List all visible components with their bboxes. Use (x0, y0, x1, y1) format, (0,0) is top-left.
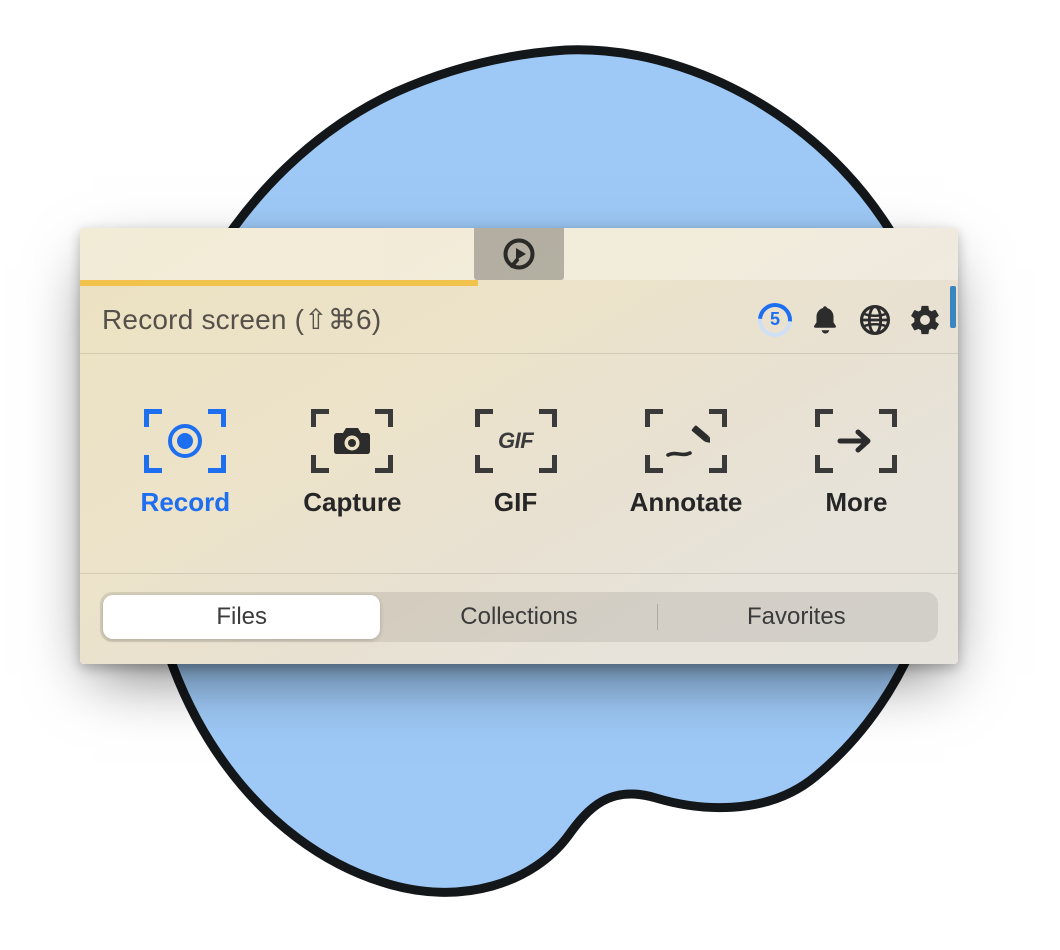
tool-label: Record (141, 487, 231, 518)
tool-gif[interactable]: GIF GIF (475, 409, 557, 518)
app-logo-icon (502, 237, 536, 271)
tool-row: Record Capture GIF (80, 354, 958, 574)
tool-label: GIF (494, 487, 537, 518)
settings-button[interactable] (908, 303, 942, 337)
web-button[interactable] (858, 303, 892, 337)
notifications-button[interactable] (808, 303, 842, 337)
tab-label: Collections (460, 603, 577, 631)
record-icon (144, 409, 226, 473)
globe-icon (858, 303, 892, 337)
macos-menubar (80, 228, 958, 280)
tab-favorites[interactable]: Favorites (658, 595, 935, 639)
decorative-bar (950, 286, 956, 328)
panel-header: Record screen (⇧⌘6) 5 (80, 286, 958, 354)
capture-icon (311, 409, 393, 473)
tool-more[interactable]: More (815, 409, 897, 518)
gear-icon (908, 303, 942, 337)
annotate-icon (645, 409, 727, 473)
tool-record[interactable]: Record (141, 409, 231, 518)
pencil-draw-icon (662, 421, 710, 461)
tab-label: Favorites (747, 603, 846, 631)
countdown-value: 5 (758, 303, 792, 337)
action-title: Record screen (⇧⌘6) (102, 303, 381, 336)
countdown-button[interactable]: 5 (758, 303, 792, 337)
library-tabs: Files Collections Favorites (80, 574, 958, 664)
tool-label: Annotate (630, 487, 743, 518)
camera-icon (331, 425, 373, 457)
tab-label: Files (216, 603, 267, 631)
app-panel: Record screen (⇧⌘6) 5 (80, 228, 958, 664)
bell-icon (808, 303, 842, 337)
menubar-app-icon[interactable] (474, 228, 564, 280)
tool-annotate[interactable]: Annotate (630, 409, 743, 518)
more-icon (815, 409, 897, 473)
arrow-right-icon (836, 429, 876, 453)
tab-collections[interactable]: Collections (380, 595, 657, 639)
tool-label: More (825, 487, 887, 518)
tool-label: Capture (303, 487, 401, 518)
gif-icon: GIF (475, 409, 557, 473)
tab-files[interactable]: Files (103, 595, 380, 639)
tool-capture[interactable]: Capture (303, 409, 401, 518)
